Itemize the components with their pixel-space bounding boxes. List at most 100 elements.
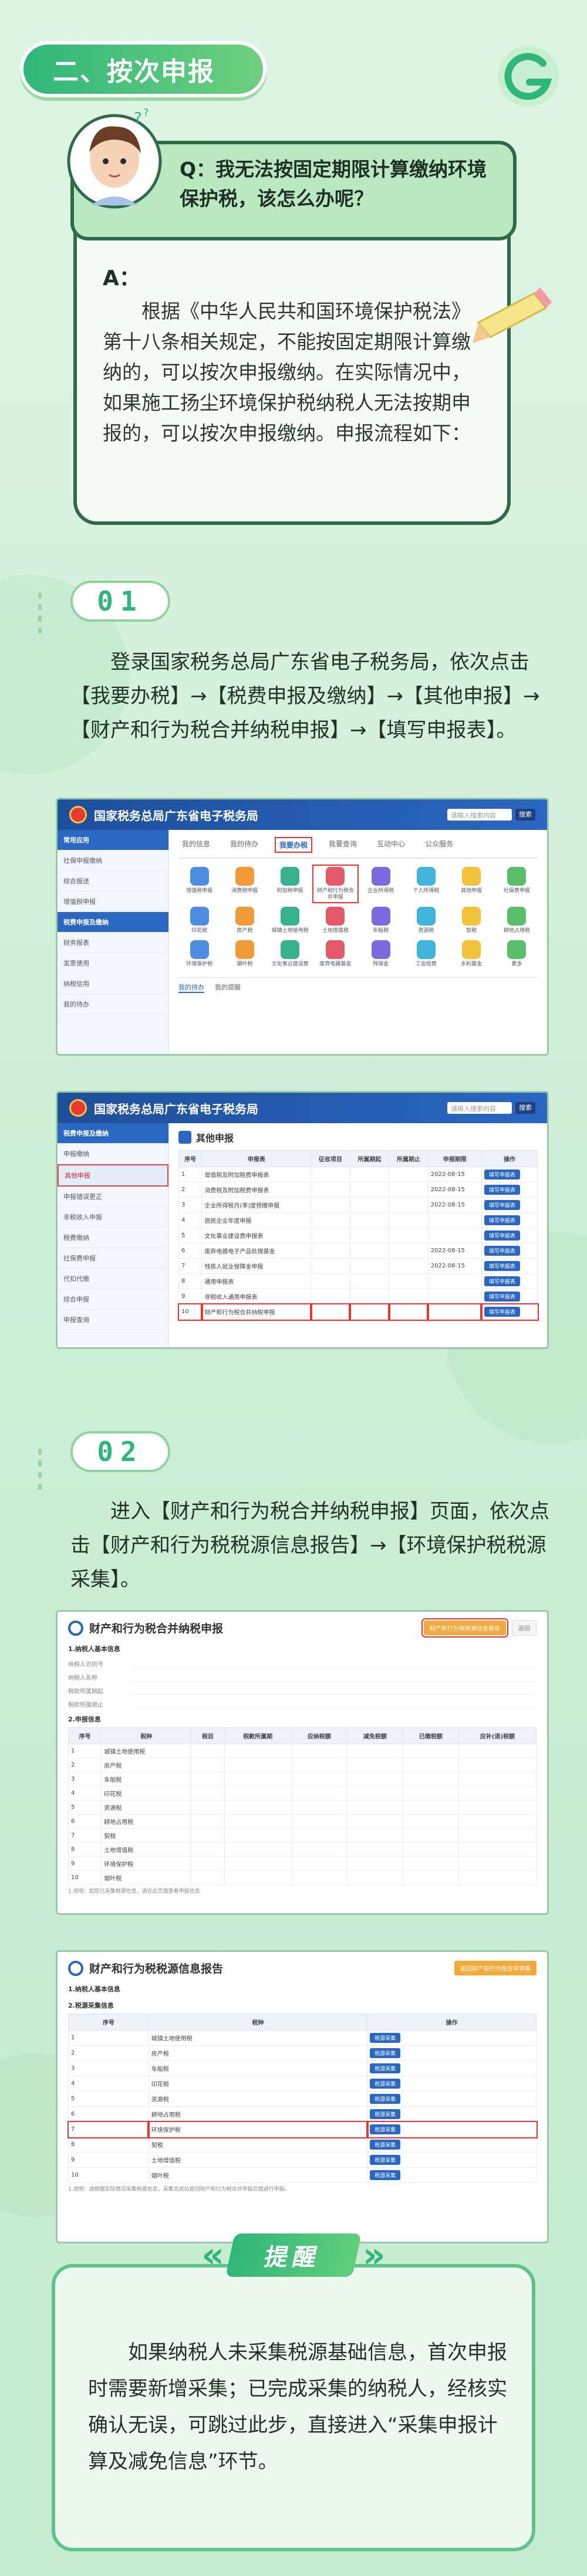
portal-app-tile[interactable]: 企业所得税 <box>360 867 402 901</box>
portal-side-item[interactable]: 我的待办 <box>58 994 168 1015</box>
other-side-item[interactable]: 申报错误更正 <box>58 1187 168 1207</box>
table-cell: 税源采集 <box>367 2091 537 2107</box>
return-merge-button[interactable]: 返回财产和行为税合并申报 <box>454 1961 537 1975</box>
source-collect-button[interactable]: 税源采集 <box>370 2109 401 2119</box>
portal-app-tile[interactable]: 环境保护税 <box>178 940 220 968</box>
other-side-item[interactable]: 代扣代缴 <box>58 1269 168 1289</box>
source-collect-button[interactable]: 税源采集 <box>370 2048 401 2058</box>
form-field-value[interactable] <box>133 1673 537 1682</box>
other-side-item[interactable]: 申报缴纳 <box>58 1144 168 1164</box>
portal-side-item[interactable]: 社保申报缴纳 <box>58 850 168 871</box>
fill-report-button[interactable]: 填写申报表 <box>484 1307 520 1317</box>
fill-report-button[interactable]: 填写申报表 <box>484 1276 520 1286</box>
portal-app-tile[interactable]: 工会经费 <box>405 940 447 968</box>
portal-search-input[interactable]: 请输入搜索内容 <box>447 809 512 821</box>
portal-side-item[interactable]: 纳税信用 <box>58 974 168 994</box>
source-collect-button[interactable]: 税源采集 <box>370 2033 401 2043</box>
portal-app-tile[interactable]: 附加税申报 <box>269 867 311 901</box>
table-cell: 税源采集 <box>367 2137 537 2153</box>
portal-app-tile[interactable]: 文化事业建设费 <box>269 940 311 968</box>
form-field-value[interactable] <box>133 1686 537 1695</box>
table-cell: 填写申报表 <box>481 1212 538 1228</box>
table-row: 4 印花税 税源采集 <box>68 2076 537 2092</box>
portal-app-tile[interactable]: 房产税 <box>224 907 265 934</box>
portal-app-tile[interactable]: 更多 <box>496 940 538 968</box>
fill-report-button[interactable]: 填写申报表 <box>484 1292 520 1301</box>
portal-side-item[interactable]: 增值税申报 <box>58 892 168 912</box>
portal-side-item[interactable]: 财务报表 <box>58 933 168 953</box>
back-button[interactable]: 返回 <box>512 1620 537 1636</box>
portal-app-tile[interactable]: 其他申报 <box>451 867 492 901</box>
form-field-value[interactable] <box>133 1700 537 1709</box>
fill-report-button[interactable]: 填写申报表 <box>484 1170 520 1179</box>
portal-sub-tab[interactable]: 我的待办 <box>178 982 204 993</box>
portal-tab[interactable]: 公众服务 <box>421 837 457 853</box>
portal-side-item[interactable]: 常用应用 <box>58 830 168 850</box>
other-side-item[interactable]: 其他申报 <box>58 1164 168 1187</box>
portal-app-tile[interactable]: 契税 <box>451 907 492 934</box>
portal-side-item[interactable]: 税费申报及缴纳 <box>58 912 168 933</box>
portal-side-item[interactable]: 发票使用 <box>58 953 168 974</box>
portal-search-input-2[interactable]: 请输入搜索内容 <box>447 1102 512 1114</box>
portal-search-button[interactable]: 搜索 <box>515 809 535 821</box>
portal-app-tile[interactable]: 烟叶税 <box>224 940 265 968</box>
table-cell: 资源税 <box>148 2091 368 2107</box>
table-cell: 税源采集 <box>367 2045 537 2061</box>
source-collect-button[interactable]: 税源采集 <box>370 2079 401 2089</box>
source-collect-button[interactable]: 税源采集 <box>370 2170 401 2180</box>
portal-app-tile[interactable]: 城镇土地使用税 <box>269 907 311 934</box>
other-side-item[interactable]: 非税收入申报 <box>58 1207 168 1228</box>
portal-app-tile[interactable]: 资源税 <box>405 907 447 934</box>
portal-search-button-2[interactable]: 搜索 <box>515 1102 535 1114</box>
fill-report-button[interactable]: 填写申报表 <box>484 1185 520 1195</box>
portal-app-tile[interactable]: 社保费申报 <box>496 867 538 901</box>
merge-table: 序号 税种 税目 税款所属期 应纳税额 减免税额 已缴税额 应补(退)税额 1 城镇土地使用税 2… <box>68 1727 537 1885</box>
fill-report-button[interactable]: 填写申报表 <box>484 1215 520 1225</box>
portal-side-item[interactable]: 综合报送 <box>58 871 168 892</box>
portal-app-tile[interactable]: 土地增值税 <box>315 907 356 934</box>
app-icon <box>371 867 390 886</box>
table-cell: 税源采集 <box>367 2167 537 2183</box>
portal-tab[interactable]: 我的待办 <box>227 837 262 853</box>
portal-sub-tab[interactable]: 我的提醒 <box>215 982 241 993</box>
portal-tab[interactable]: 我的信息 <box>178 837 214 853</box>
portal-app-tile[interactable]: 水利基金 <box>451 940 492 968</box>
table-cell: 非税收入通用申报表 <box>201 1289 312 1304</box>
source-collect-button[interactable]: 税源采集 <box>370 2094 401 2104</box>
source-collect-button[interactable]: 税源采集 <box>370 2155 401 2165</box>
other-side-item[interactable]: 社保费申报 <box>58 1248 168 1269</box>
fill-report-button[interactable]: 填写申报表 <box>484 1231 520 1240</box>
fill-report-button[interactable]: 填写申报表 <box>484 1200 520 1210</box>
table-cell <box>291 1800 348 1815</box>
form-field-value[interactable] <box>133 1659 537 1668</box>
portal-app-tile[interactable]: 印花税 <box>178 907 220 934</box>
portal-app-tile[interactable]: 个人所得税 <box>405 867 447 901</box>
other-report-table: 序号 申报表 征收项目 所属期起 所属期止 申报期限 操作 1 增值税及附加税费申报表 2022… <box>177 1150 539 1321</box>
source-collect-button[interactable]: 税源采集 <box>370 2124 401 2134</box>
fill-report-button[interactable]: 填写申报表 <box>484 1246 520 1256</box>
portal-tab[interactable]: 我要查询 <box>325 837 360 853</box>
table-cell: 10 <box>177 1303 203 1321</box>
portal-app-tile[interactable]: 车船税 <box>360 907 402 934</box>
source-collect-button[interactable]: 税源采集 <box>370 2140 401 2150</box>
portal-tab[interactable]: 互动中心 <box>373 837 409 853</box>
other-side-item[interactable]: 申报查询 <box>58 1310 168 1330</box>
portal-app-tile[interactable]: 增值税申报 <box>178 867 220 901</box>
source-report-button[interactable]: 财产和行为税税源信息报告 <box>421 1618 508 1638</box>
portal-app-tile[interactable]: 废弃电器基金 <box>315 940 356 968</box>
table-cell: 7 <box>67 2120 150 2138</box>
source-collect-button[interactable]: 税源采集 <box>370 2063 401 2073</box>
portal-app-tile[interactable]: 耕地占用税 <box>496 907 538 934</box>
table-cell <box>191 1828 225 1843</box>
portal-app-tile[interactable]: 财产和行为税合并申报 <box>312 865 359 903</box>
fill-report-button[interactable]: 填写申报表 <box>484 1261 520 1271</box>
table-cell <box>458 1842 537 1857</box>
portal-tab[interactable]: 我要办税 <box>275 837 313 853</box>
portal-app-tile[interactable]: 残保金 <box>360 940 402 968</box>
chevrons-left-icon: « <box>201 2235 224 2276</box>
other-side-item[interactable]: 综合申报 <box>58 1289 168 1310</box>
table-cell <box>224 1758 292 1772</box>
other-side-item[interactable]: 税费申报及缴纳 <box>58 1123 168 1144</box>
portal-app-tile[interactable]: 消费税申报 <box>224 867 265 901</box>
other-side-item[interactable]: 税费缴纳 <box>58 1228 168 1248</box>
